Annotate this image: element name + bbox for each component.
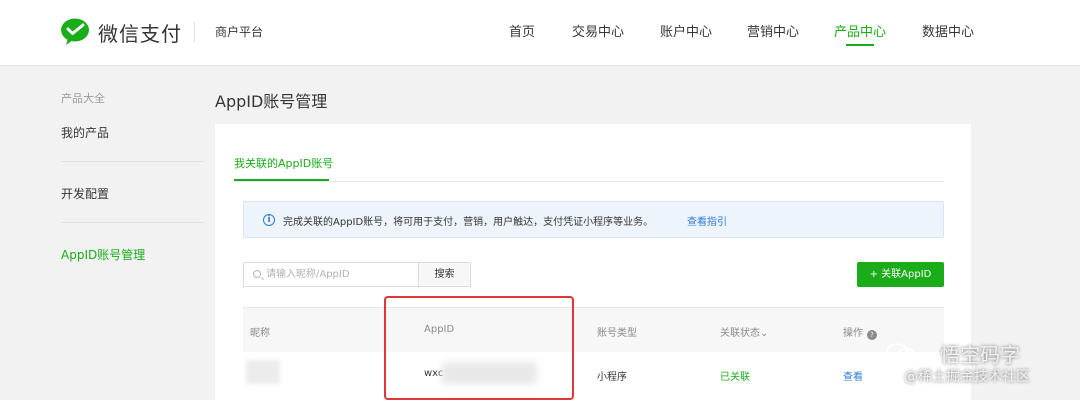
top-header: 微信支付 商户平台 首页 交易中心 账户中心 营销中心 产品中心 数据中心: [0, 0, 1080, 66]
sidebar-item-dev-config[interactable]: 开发配置: [61, 185, 109, 202]
platform-name: 商户平台: [215, 25, 264, 39]
column-header-account-type: 账号类型: [597, 328, 637, 339]
watermark: 悟空码字 @稀土掘金技术社区: [884, 338, 1080, 400]
column-header-nickname: 昵称: [250, 328, 270, 339]
view-link[interactable]: 查看: [843, 368, 863, 383]
info-notice: i 完成关联的AppID账号，将可用于支付，营销，用户触达，支付凭证小程序等业务…: [243, 201, 944, 238]
chevron-down-icon: ⌄: [760, 328, 769, 339]
search-input[interactable]: [266, 265, 416, 284]
nav-marketing-center[interactable]: 营销中心: [747, 21, 799, 40]
nav-home[interactable]: 首页: [509, 21, 535, 40]
link-appid-button[interactable]: + 关联AppID: [857, 262, 944, 287]
brand-logo[interactable]: 微信支付: [60, 16, 182, 48]
nav-active-indicator: [846, 44, 874, 46]
action-header-label: 操作: [843, 328, 863, 339]
nav-account-center[interactable]: 账户中心: [660, 21, 712, 40]
watermark-title: 悟空码字: [940, 343, 1020, 367]
view-guide-link[interactable]: 查看指引: [687, 213, 727, 228]
account-type-cell: 小程序: [597, 372, 627, 383]
status-cell: 已关联: [720, 372, 750, 383]
column-header-status[interactable]: 关联状态⌄: [720, 324, 768, 339]
tab-linked-appid[interactable]: 我关联的AppID账号: [234, 155, 333, 171]
sidebar-item-appid-management[interactable]: AppID账号管理: [61, 246, 145, 263]
header-divider: [194, 22, 195, 42]
watermark-subtitle: @稀土掘金技术社区: [904, 369, 1030, 385]
wechat-pay-logo-icon: [61, 18, 89, 45]
brand-name: 微信支付: [98, 21, 182, 46]
nav-data-center[interactable]: 数据中心: [922, 21, 974, 40]
search-button[interactable]: 搜索: [418, 262, 471, 287]
search-field[interactable]: [243, 262, 419, 287]
appid-highlight-annotation: [384, 296, 574, 400]
info-icon: i: [263, 214, 275, 226]
sidebar-divider: [61, 222, 204, 223]
nav-product-center[interactable]: 产品中心: [834, 21, 886, 40]
page-title: AppID账号管理: [215, 92, 328, 111]
table-header: 昵称 AppID 账号类型 关联状态⌄ 操作?: [243, 307, 944, 352]
wechat-icon: [886, 343, 915, 363]
nickname-redacted: [246, 360, 280, 384]
help-icon[interactable]: ?: [867, 330, 877, 340]
sidebar-title: 产品大全: [61, 92, 105, 105]
status-header-label: 关联状态: [720, 328, 760, 339]
sidebar-divider: [61, 161, 204, 162]
content-card: 我关联的AppID账号 i 完成关联的AppID账号，将可用于支付，营销，用户触…: [215, 124, 971, 400]
column-header-action: 操作?: [843, 324, 877, 340]
sidebar-item-my-products[interactable]: 我的产品: [61, 124, 109, 141]
nav-trade-center[interactable]: 交易中心: [572, 21, 624, 40]
search-icon: [253, 270, 261, 278]
tab-divider: [234, 181, 944, 182]
notice-text: 完成关联的AppID账号，将可用于支付，营销，用户触达，支付凭证小程序等业务。: [283, 217, 654, 228]
